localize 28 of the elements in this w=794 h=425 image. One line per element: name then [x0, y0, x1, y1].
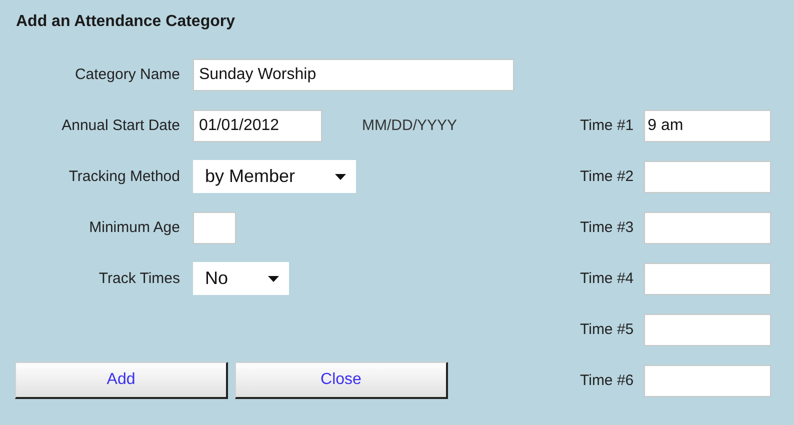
input-field[interactable] — [193, 212, 236, 244]
button[interactable]: Close — [235, 362, 448, 399]
field-label: Track Times — [98, 270, 180, 287]
input-field[interactable] — [644, 364, 771, 396]
button[interactable]: Add — [15, 362, 228, 399]
input-field[interactable] — [644, 314, 771, 346]
input-field[interactable] — [644, 212, 771, 244]
field-label: Tracking Method — [68, 168, 180, 185]
dropdown[interactable]: No — [193, 262, 290, 295]
time-label: Time #1 — [580, 117, 634, 134]
time-label: Time #6 — [580, 372, 634, 389]
input-field[interactable] — [644, 160, 771, 192]
format-hint: MM/DD/YYYY — [362, 117, 458, 134]
caret-icon — [268, 276, 280, 282]
time-label: Time #2 — [580, 168, 634, 185]
time-label: Time #4 — [580, 270, 634, 287]
field-label: Minimum Age — [88, 219, 180, 236]
input-field[interactable]: 01/01/2012 — [193, 110, 322, 142]
time-label: Time #5 — [580, 321, 634, 338]
dialog-title: Add an Attendance Category — [15, 12, 236, 32]
dropdown[interactable]: by Member — [193, 160, 356, 193]
input-field[interactable] — [644, 262, 771, 294]
input-field[interactable]: 9 am — [644, 110, 771, 142]
input-field[interactable]: Sunday Worship — [193, 58, 514, 90]
time-label: Time #3 — [580, 219, 634, 236]
field-label: Annual Start Date — [60, 117, 180, 134]
caret-icon — [335, 174, 346, 180]
field-label: Category Name — [74, 66, 180, 83]
